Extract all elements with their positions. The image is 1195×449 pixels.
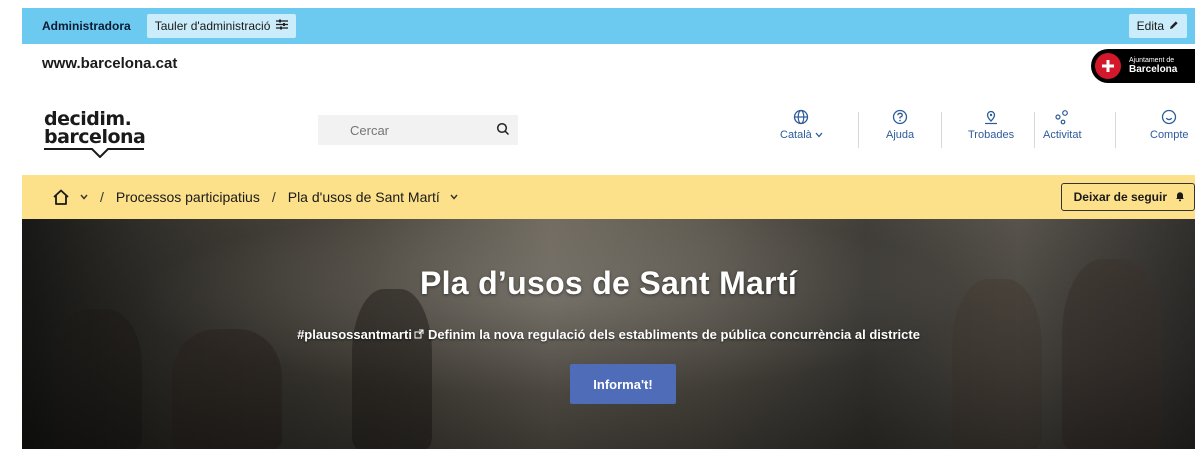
nav-meetings-label: Trobades <box>968 129 1015 141</box>
search-input[interactable] <box>350 122 500 138</box>
breadcrumb-separator: / <box>100 189 104 205</box>
map-pin-icon <box>983 108 999 126</box>
logo-line2: barcelona <box>44 126 146 148</box>
nav-meetings[interactable]: Trobades <box>968 108 1014 141</box>
ajuntament-line1: Ajuntament de <box>1129 57 1175 64</box>
breadcrumb-processes[interactable]: Processos participatius <box>116 189 260 205</box>
pencil-icon <box>1169 19 1179 33</box>
nav-divider <box>941 112 942 148</box>
ajuntament-line2: Barcelona <box>1129 64 1178 75</box>
nav-divider <box>858 112 859 148</box>
nav-divider <box>1115 112 1116 148</box>
city-seal-icon <box>1095 53 1121 79</box>
breadcrumb: / Processos participatius / Pla d'usos d… <box>22 175 1195 219</box>
logo-underline-icon <box>44 148 144 158</box>
language-label: Català <box>780 129 812 141</box>
main-header: decidim. barcelona Català Ajuda Trobades <box>22 90 1195 174</box>
hero-title: Pla d’usos de Sant Martí <box>419 265 798 301</box>
hero-banner: Pla d’usos de Sant Martí #plausossantmar… <box>22 219 1195 449</box>
nav-activity[interactable]: Activitat <box>1043 108 1082 141</box>
ajuntament-logo[interactable]: Ajuntament de Barcelona <box>1091 49 1195 83</box>
breadcrumb-separator: / <box>271 189 276 205</box>
hashtag-link[interactable]: #plausossantmarti <box>297 327 412 342</box>
chevron-down-icon[interactable] <box>450 194 458 200</box>
edit-label: Edita <box>1136 19 1164 33</box>
nav-help[interactable]: Ajuda <box>886 108 914 141</box>
globe-icon <box>793 108 809 126</box>
nav-help-label: Ajuda <box>886 129 915 141</box>
admin-dashboard-label: Tauler d'administració <box>154 19 271 33</box>
nav-account[interactable]: Compte <box>1150 108 1189 141</box>
inform-button[interactable]: Informa't! <box>570 364 676 404</box>
help-icon <box>892 108 908 126</box>
search-icon[interactable] <box>496 122 510 141</box>
hero-description: Definim la nova regulació dels establime… <box>427 327 920 342</box>
home-icon[interactable] <box>52 188 70 206</box>
ajuntament-text: Ajuntament de Barcelona <box>1129 57 1177 75</box>
nav-account-label: Compte <box>1150 129 1189 141</box>
admin-dashboard-button[interactable]: Tauler d'administració <box>146 14 297 38</box>
chevron-down-icon[interactable] <box>80 194 88 200</box>
edit-button[interactable]: Edita <box>1128 14 1187 38</box>
sliders-icon <box>276 19 289 33</box>
search-box[interactable] <box>318 115 518 145</box>
chevron-down-icon <box>815 132 823 138</box>
nav-language-label: Català <box>780 129 823 141</box>
unfollow-button[interactable]: Deixar de seguir <box>1060 183 1195 211</box>
nav-divider <box>1034 112 1035 148</box>
nav-language[interactable]: Català <box>780 108 823 141</box>
site-url-link[interactable]: www.barcelona.cat <box>42 55 177 72</box>
bell-icon <box>1174 190 1186 205</box>
account-icon <box>1161 108 1177 126</box>
external-link-icon <box>414 329 424 339</box>
nav-activity-label: Activitat <box>1043 129 1082 141</box>
hero-subtitle: #plausossantmarti Definim la nova regulac… <box>22 327 1195 342</box>
decidim-logo[interactable]: decidim. barcelona <box>44 110 146 158</box>
admin-user-label[interactable]: Administradora <box>42 19 131 33</box>
activity-icon <box>1054 108 1070 126</box>
site-bar: www.barcelona.cat Ajuntament de Barcelon… <box>22 44 1195 83</box>
unfollow-label: Deixar de seguir <box>1073 190 1167 204</box>
breadcrumb-current[interactable]: Pla d'usos de Sant Martí <box>288 189 440 205</box>
admin-bar: Administradora Tauler d'administració Ed… <box>22 8 1195 44</box>
